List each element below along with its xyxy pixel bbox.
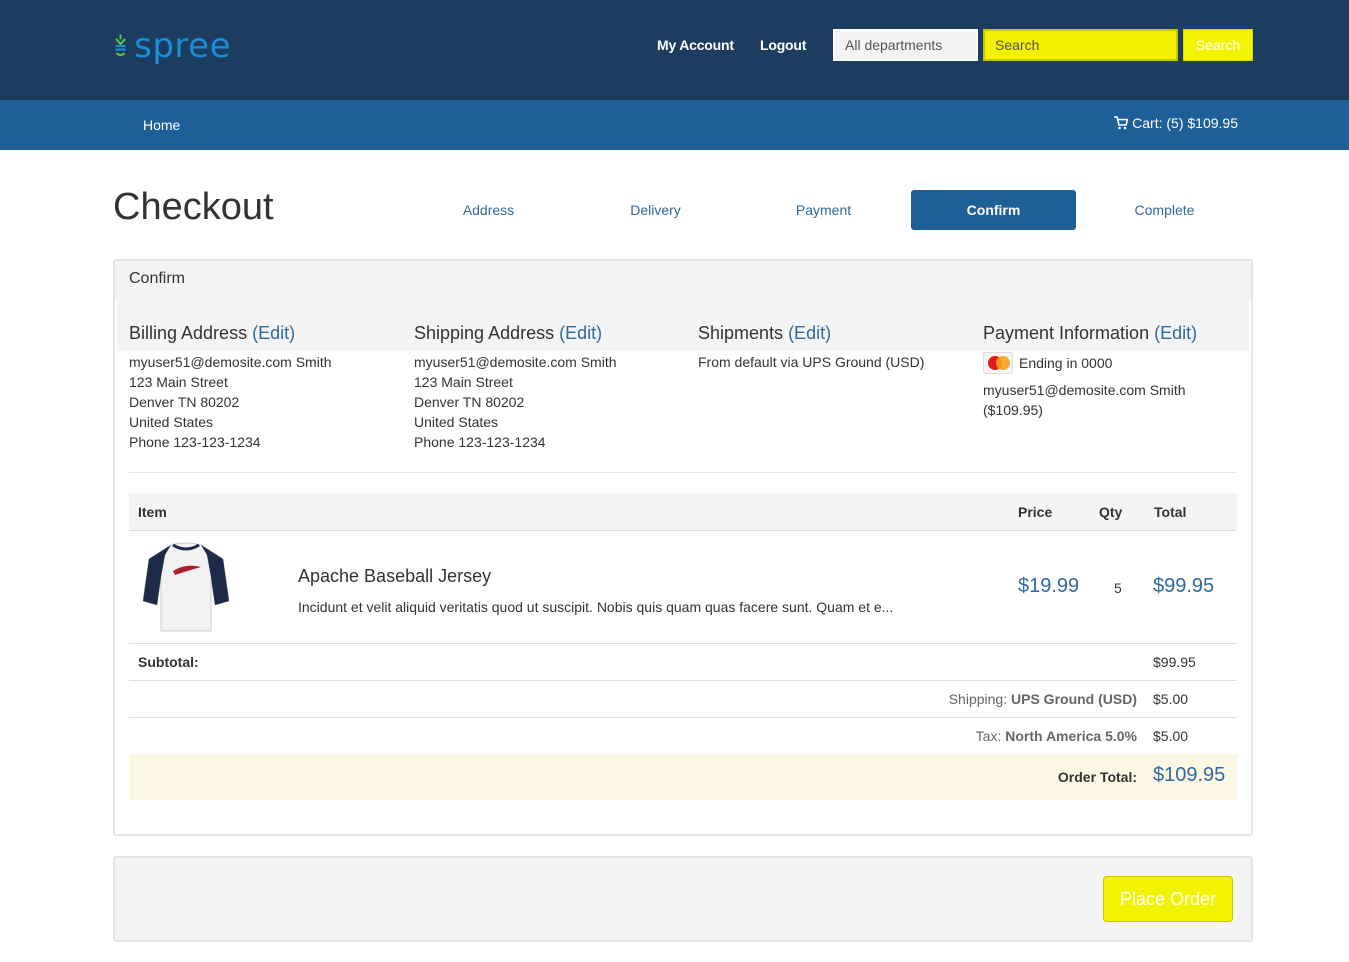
- item-qty: 5: [1114, 580, 1122, 596]
- shipping-line: United States: [414, 414, 499, 430]
- shipments-edit-link[interactable]: (Edit): [788, 323, 831, 343]
- tax-label: Tax: North America 5.0%: [975, 728, 1137, 744]
- cart-summary: Cart: (5) $109.95: [1132, 115, 1238, 131]
- shipping-line: Denver TN 80202: [414, 394, 525, 410]
- panel-heading: Confirm: [115, 261, 1251, 299]
- divider: [129, 472, 1237, 473]
- item-total: $99.95: [1153, 575, 1215, 597]
- shipping-value: $5.00: [1153, 691, 1189, 707]
- logo-text: spree: [134, 26, 231, 66]
- tax-value: $5.00: [1153, 728, 1189, 744]
- spree-logo-icon: [115, 34, 126, 57]
- checkout-steps: Address Delivery Payment Confirm Complet…: [410, 190, 1253, 230]
- billing-title: Billing Address (Edit): [129, 323, 296, 343]
- mastercard-icon: [983, 352, 1013, 374]
- table-header: Item Price Qty Total: [129, 493, 1237, 531]
- subtotal-label: Subtotal:: [138, 654, 199, 670]
- spree-logo[interactable]: spree: [113, 22, 231, 70]
- shipment-line: From default via UPS Ground (USD): [698, 354, 925, 370]
- header-price: Price: [1018, 504, 1053, 520]
- billing-address: Billing Address (Edit) myuser51@demosite…: [129, 322, 409, 452]
- item-name[interactable]: Apache Baseball Jersey: [298, 566, 491, 587]
- subtotal-row: Subtotal: $99.95: [129, 644, 1237, 681]
- search-input[interactable]: Search: [983, 29, 1178, 61]
- shipping-line: myuser51@demosite.com Smith: [414, 354, 617, 370]
- top-header: spree My Account Logout All departments …: [0, 0, 1349, 100]
- shipping-label: Shipping: UPS Ground (USD): [948, 691, 1137, 707]
- logout-link[interactable]: Logout: [760, 37, 806, 53]
- nav-home-link[interactable]: Home: [143, 117, 180, 133]
- step-address[interactable]: Address: [410, 190, 567, 230]
- billing-line: 123 Main Street: [129, 374, 228, 390]
- shipments: Shipments (Edit) From default via UPS Gr…: [698, 322, 978, 372]
- header-qty: Qty: [1099, 504, 1123, 520]
- payment-title: Payment Information (Edit): [983, 323, 1198, 343]
- place-order-button[interactable]: Place Order: [1103, 876, 1233, 922]
- payment-edit-link[interactable]: (Edit): [1154, 323, 1197, 343]
- billing-line: myuser51@demosite.com Smith: [129, 354, 332, 370]
- shipping-edit-link[interactable]: (Edit): [559, 323, 602, 343]
- order-actions: Place Order: [113, 856, 1253, 942]
- product-image[interactable]: [143, 541, 229, 633]
- search-button[interactable]: Search: [1183, 29, 1253, 61]
- cart-link[interactable]: Cart: (5) $109.95: [1114, 115, 1238, 131]
- shipping-address: Shipping Address (Edit) myuser51@demosit…: [414, 322, 694, 452]
- order-total-row: Order Total: $109.95: [129, 754, 1237, 800]
- step-payment[interactable]: Payment: [745, 190, 902, 230]
- page-title: Checkout: [113, 186, 274, 228]
- card-ending: Ending in 0000: [1019, 355, 1113, 371]
- step-complete[interactable]: Complete: [1086, 190, 1243, 230]
- item-description: Incidunt et velit aliquid veritatis quod…: [298, 599, 894, 615]
- shipping-title: Shipping Address (Edit): [414, 323, 603, 343]
- billing-line: United States: [129, 414, 214, 430]
- panel-heading-title: Confirm: [129, 270, 186, 287]
- cart-icon: [1114, 116, 1129, 130]
- order-total-label: Order Total:: [1057, 769, 1137, 785]
- shipping-line: Phone 123-123-1234: [414, 434, 546, 450]
- subtotal-value: $99.95: [1153, 654, 1196, 670]
- main-nav: Home Cart: (5) $109.95: [0, 100, 1349, 150]
- tax-row: Tax: North America 5.0% $5.00: [129, 718, 1237, 755]
- my-account-link[interactable]: My Account: [657, 37, 734, 53]
- shipping-row: Shipping: UPS Ground (USD) $5.00: [129, 681, 1237, 718]
- item-price: $19.99: [1018, 575, 1080, 597]
- billing-line: Phone 123-123-1234: [129, 434, 261, 450]
- shipments-title: Shipments (Edit): [698, 323, 832, 343]
- table-row: Apache Baseball Jersey Incidunt et velit…: [129, 531, 1237, 644]
- confirm-panel: Confirm Billing Address (Edit) myuser51@…: [113, 259, 1253, 836]
- shipping-line: 123 Main Street: [414, 374, 513, 390]
- payment-amount: ($109.95): [983, 402, 1043, 418]
- payment-holder: myuser51@demosite.com Smith: [983, 382, 1186, 398]
- billing-line: Denver TN 80202: [129, 394, 240, 410]
- step-confirm[interactable]: Confirm: [911, 190, 1076, 230]
- header-item: Item: [138, 504, 167, 520]
- billing-edit-link[interactable]: (Edit): [252, 323, 295, 343]
- order-total-value: $109.95: [1153, 764, 1226, 786]
- payment-information: Payment Information (Edit) Ending in 000…: [983, 322, 1248, 420]
- header-total: Total: [1154, 504, 1187, 520]
- step-delivery[interactable]: Delivery: [577, 190, 734, 230]
- department-select[interactable]: All departments: [833, 29, 978, 61]
